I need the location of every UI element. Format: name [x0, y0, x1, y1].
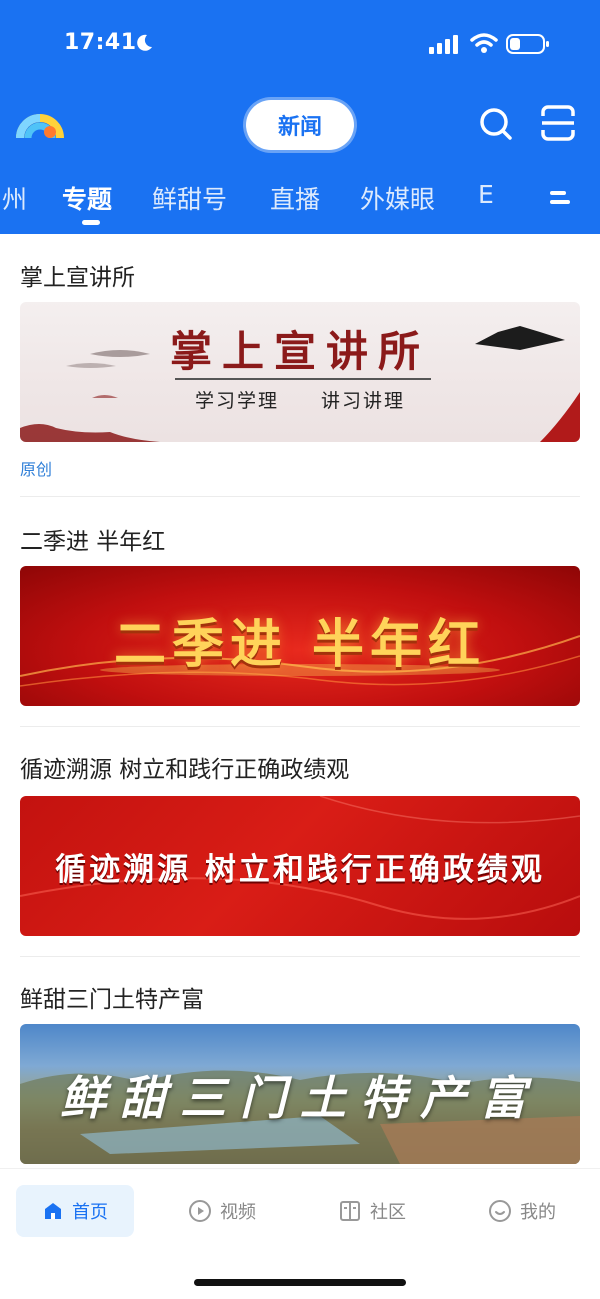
tab-menu-icon[interactable] — [548, 188, 572, 208]
banner-xiantian-sanmen[interactable]: 鲜甜三门土特产富 — [20, 1024, 580, 1164]
banner-divider — [175, 378, 431, 380]
original-tag: 原创 — [20, 460, 53, 479]
banner-title: 循迹溯源 树立和践行正确政绩观 — [55, 852, 545, 888]
app-header: 17:41 新闻 州 专题 鲜甜号 直播 外媒眼 E — [0, 0, 600, 234]
divider — [20, 956, 580, 957]
moon-icon — [137, 34, 152, 51]
tab-xiantian[interactable]: 鲜甜号 — [152, 180, 227, 216]
tab-e[interactable]: E — [478, 180, 494, 209]
tab-live[interactable]: 直播 — [270, 180, 320, 216]
banner-title: 鲜甜三门土特产富 — [60, 1071, 540, 1125]
banner-title: 二季进 半年红 — [113, 614, 487, 675]
status-time: 17:41 — [64, 30, 137, 55]
nav-home[interactable]: 首页 — [16, 1185, 134, 1237]
community-icon — [340, 1201, 360, 1221]
nav-home-label: 首页 — [72, 1202, 108, 1223]
nav-community-label: 社区 — [370, 1202, 406, 1223]
nav-me[interactable]: 我的 — [488, 1185, 556, 1237]
tab-foreign-media[interactable]: 外媒眼 — [360, 180, 435, 216]
battery-icon — [506, 34, 549, 54]
play-icon — [189, 1200, 211, 1222]
active-tab-indicator — [82, 220, 100, 225]
card-title[interactable]: 循迹溯源 树立和践行正确政绩观 — [20, 750, 349, 784]
divider — [20, 726, 580, 727]
smile-icon — [489, 1200, 511, 1222]
scan-icon[interactable] — [540, 104, 576, 142]
banner-xunji[interactable]: 循迹溯源 树立和践行正确政绩观 — [20, 796, 580, 936]
bottom-navigation: 首页 视频 社区 我的 — [0, 1168, 600, 1299]
card-title[interactable]: 鲜甜三门土特产富 — [20, 980, 204, 1014]
tab-zhou[interactable]: 州 — [2, 180, 27, 216]
status-bar: 17:41 — [0, 0, 600, 90]
nav-video[interactable]: 视频 — [188, 1185, 256, 1237]
banner-subtitle: 学习学理 讲习讲理 — [194, 390, 405, 412]
banner-zhangshang[interactable]: 掌上宣讲所 学习学理 讲习讲理 — [20, 302, 580, 442]
nav-video-label: 视频 — [220, 1202, 256, 1223]
news-section-pill[interactable]: 新闻 — [246, 100, 354, 150]
banner-erji[interactable]: 二季进 半年红 — [20, 566, 580, 706]
cellular-signal-icon — [429, 35, 458, 54]
wifi-icon — [470, 33, 498, 53]
home-indicator — [194, 1279, 406, 1286]
nav-community[interactable]: 社区 — [338, 1185, 406, 1237]
divider — [20, 496, 580, 497]
banner-title: 掌上宣讲所 — [169, 327, 430, 376]
app-logo-icon[interactable] — [16, 106, 64, 142]
card-title[interactable]: 二季进 半年红 — [20, 522, 165, 556]
search-icon[interactable] — [478, 106, 514, 142]
channel-tabs: 州 专题 鲜甜号 直播 外媒眼 E — [0, 172, 600, 225]
home-icon — [45, 1203, 61, 1219]
card-title[interactable]: 掌上宣讲所 — [20, 258, 135, 292]
nav-me-label: 我的 — [520, 1202, 556, 1223]
tab-topics[interactable]: 专题 — [62, 180, 112, 216]
